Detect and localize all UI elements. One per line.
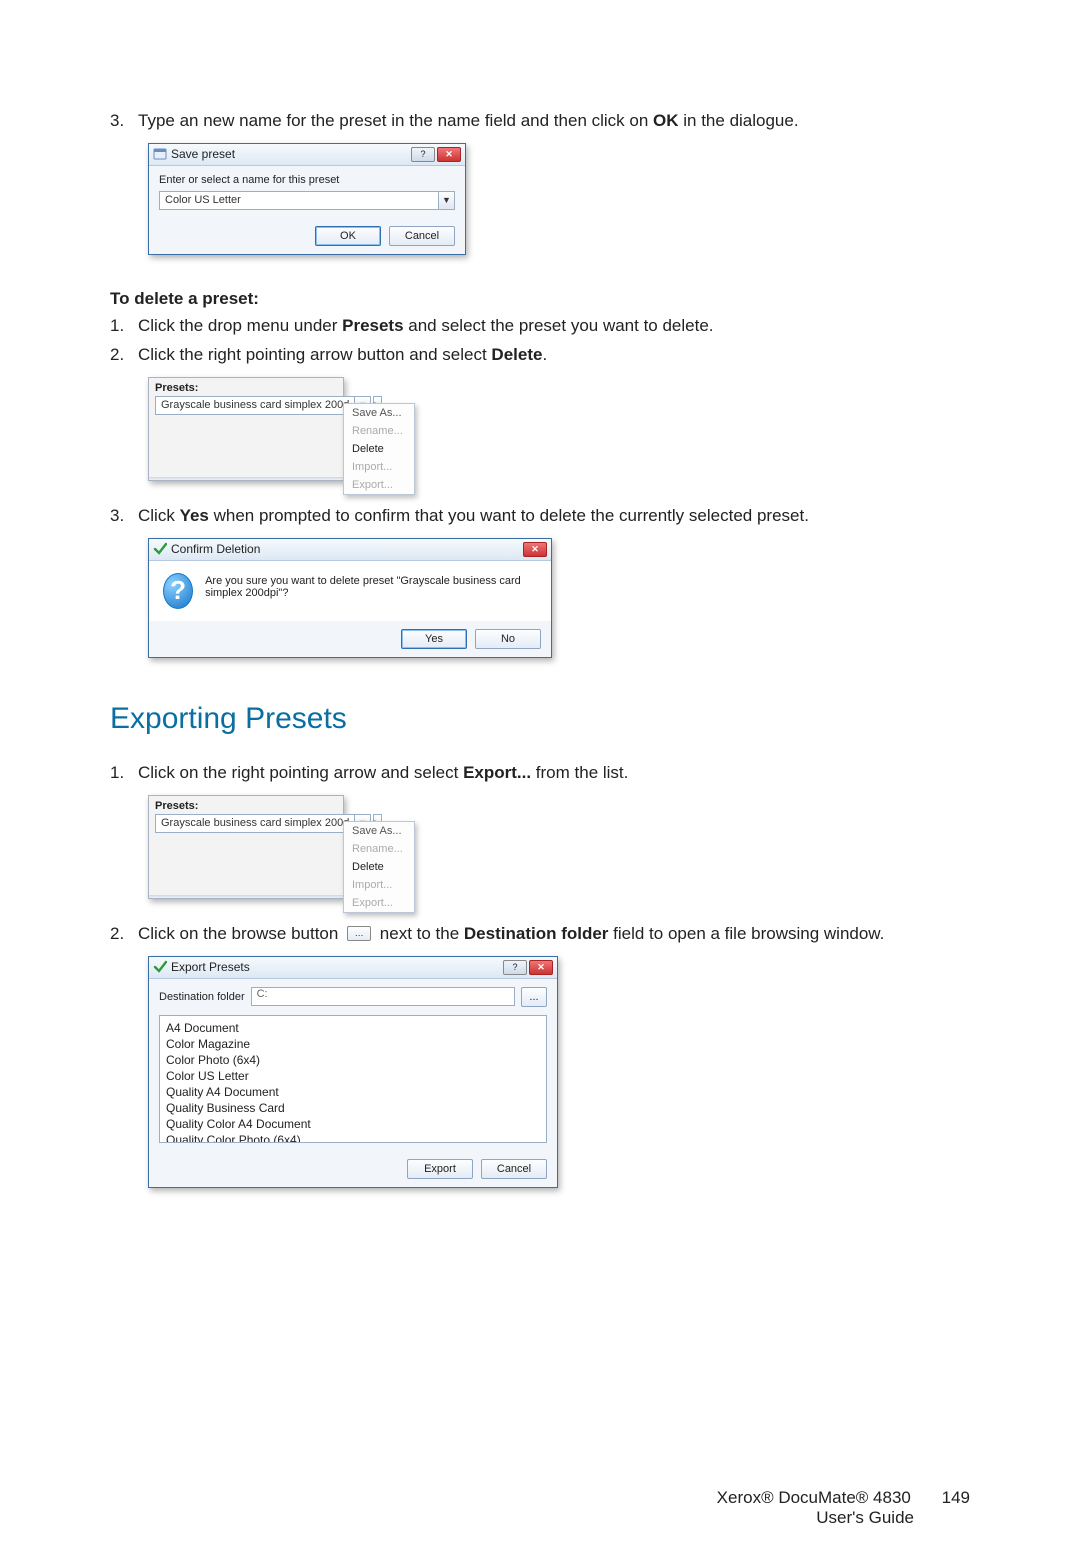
destination-folder-label: Destination folder (159, 991, 245, 1003)
browse-button-inline-icon: … (347, 926, 371, 941)
text: Click (138, 506, 180, 525)
footer-product: Xerox® DocuMate® 4830 (717, 1488, 911, 1507)
list-item[interactable]: Quality Business Card (166, 1100, 540, 1116)
presets-combo[interactable]: Grayscale business card simplex 200d ▼ (155, 396, 371, 415)
list-item[interactable]: Color Photo (6x4) (166, 1052, 540, 1068)
confirm-message: Are you sure you want to delete preset "… (205, 573, 537, 609)
no-button[interactable]: No (475, 629, 541, 649)
cancel-button[interactable]: Cancel (481, 1159, 547, 1179)
titlebar: Export Presets ? ✕ (149, 957, 557, 979)
step-text: Click Yes when prompted to confirm that … (138, 505, 970, 528)
step-number: 3. (110, 110, 138, 133)
check-icon (153, 542, 167, 556)
list-item[interactable]: Color Magazine (166, 1036, 540, 1052)
step-text: Type an new name for the preset in the n… (138, 110, 970, 133)
text: Type an new name for the preset in the n… (138, 111, 653, 130)
preset-list[interactable]: A4 Document Color Magazine Color Photo (… (159, 1015, 547, 1143)
list-item[interactable]: Color US Letter (166, 1068, 540, 1084)
titlebar: Save preset ? ✕ (149, 144, 465, 166)
step-number: 3. (110, 505, 138, 528)
page-footer: Xerox® DocuMate® 4830 149 User's Guide (110, 1488, 970, 1528)
help-window-button[interactable]: ? (411, 147, 435, 162)
step-text: Click on the right pointing arrow and se… (138, 762, 970, 785)
chevron-down-icon[interactable]: ▼ (438, 192, 454, 209)
browse-button[interactable]: ... (521, 987, 547, 1007)
dialog-title: Confirm Deletion (171, 542, 523, 556)
cancel-button[interactable]: Cancel (389, 226, 455, 246)
step-text: Click the right pointing arrow button an… (138, 344, 970, 367)
close-window-button[interactable]: ✕ (523, 542, 547, 557)
menu-item-import[interactable]: Import... (344, 458, 414, 476)
text: field to open a file browsing window. (608, 924, 884, 943)
close-window-button[interactable]: ✕ (529, 960, 553, 975)
text: from the list. (531, 763, 628, 782)
list-item[interactable]: Quality Color Photo (6x4) (166, 1132, 540, 1143)
page-number: 149 (942, 1488, 970, 1508)
text: . (542, 345, 547, 364)
menu-item-rename[interactable]: Rename... (344, 840, 414, 858)
text: next to the (375, 924, 464, 943)
bold-text: Export... (463, 763, 531, 782)
check-icon (153, 960, 167, 974)
menu-item-import[interactable]: Import... (344, 876, 414, 894)
text: Click the right pointing arrow button an… (138, 345, 491, 364)
step-number: 1. (110, 315, 138, 338)
dialog-instruction: Enter or select a name for this preset (159, 174, 455, 186)
presets-context-menu: Save As... Rename... Delete Import... Ex… (343, 821, 415, 913)
bold-text: Destination folder (464, 924, 609, 943)
presets-combo[interactable]: Grayscale business card simplex 200d ▼ (155, 814, 371, 833)
presets-value: Grayscale business card simplex 200d (156, 399, 354, 411)
menu-item-delete[interactable]: Delete (344, 858, 414, 876)
menu-item-export[interactable]: Export... (344, 894, 414, 912)
step-number: 1. (110, 762, 138, 785)
preset-name-combo[interactable]: Color US Letter ▼ (159, 191, 455, 210)
export-button[interactable]: Export (407, 1159, 473, 1179)
text: and select the preset you want to delete… (404, 316, 714, 335)
text: Click on the right pointing arrow and se… (138, 763, 463, 782)
bold-text: Delete (491, 345, 542, 364)
presets-label: Presets: (149, 796, 343, 814)
help-window-button[interactable]: ? (503, 960, 527, 975)
menu-item-delete[interactable]: Delete (344, 440, 414, 458)
text: in the dialogue. (679, 111, 799, 130)
menu-item-save-as[interactable]: Save As... (344, 822, 414, 840)
ok-button[interactable]: OK (315, 226, 381, 246)
menu-item-save-as[interactable]: Save As... (344, 404, 414, 422)
yes-button[interactable]: Yes (401, 629, 467, 649)
close-window-button[interactable]: ✕ (437, 147, 461, 162)
question-icon: ? (163, 573, 193, 609)
footer-guide: User's Guide (110, 1508, 914, 1528)
step-number: 2. (110, 923, 138, 946)
bold-text: Yes (180, 506, 209, 525)
presets-label: Presets: (149, 378, 343, 396)
menu-item-rename[interactable]: Rename... (344, 422, 414, 440)
list-item[interactable]: Quality Color A4 Document (166, 1116, 540, 1132)
text: Click on the browse button (138, 924, 343, 943)
app-icon (153, 147, 167, 161)
titlebar: Confirm Deletion ✕ (149, 539, 551, 561)
step-text: Click on the browse button … next to the… (138, 923, 970, 946)
list-item[interactable]: Quality A4 Document (166, 1084, 540, 1100)
text: Click the drop menu under (138, 316, 342, 335)
presets-context-menu: Save As... Rename... Delete Import... Ex… (343, 403, 415, 495)
list-item[interactable]: A4 Document (166, 1020, 540, 1036)
bold-text: Presets (342, 316, 403, 335)
presets-value: Grayscale business card simplex 200d (156, 817, 354, 829)
step-text: Click the drop menu under Presets and se… (138, 315, 970, 338)
dialog-title: Export Presets (171, 960, 503, 974)
section-heading: Exporting Presets (110, 702, 970, 736)
dialog-title: Save preset (171, 147, 411, 161)
preset-name-value: Color US Letter (160, 194, 438, 206)
bold-text: OK (653, 111, 679, 130)
destination-folder-input[interactable]: C: (251, 987, 515, 1006)
step-number: 2. (110, 344, 138, 367)
subheading: To delete a preset: (110, 289, 970, 309)
text: when prompted to confirm that you want t… (209, 506, 809, 525)
menu-item-export[interactable]: Export... (344, 476, 414, 494)
